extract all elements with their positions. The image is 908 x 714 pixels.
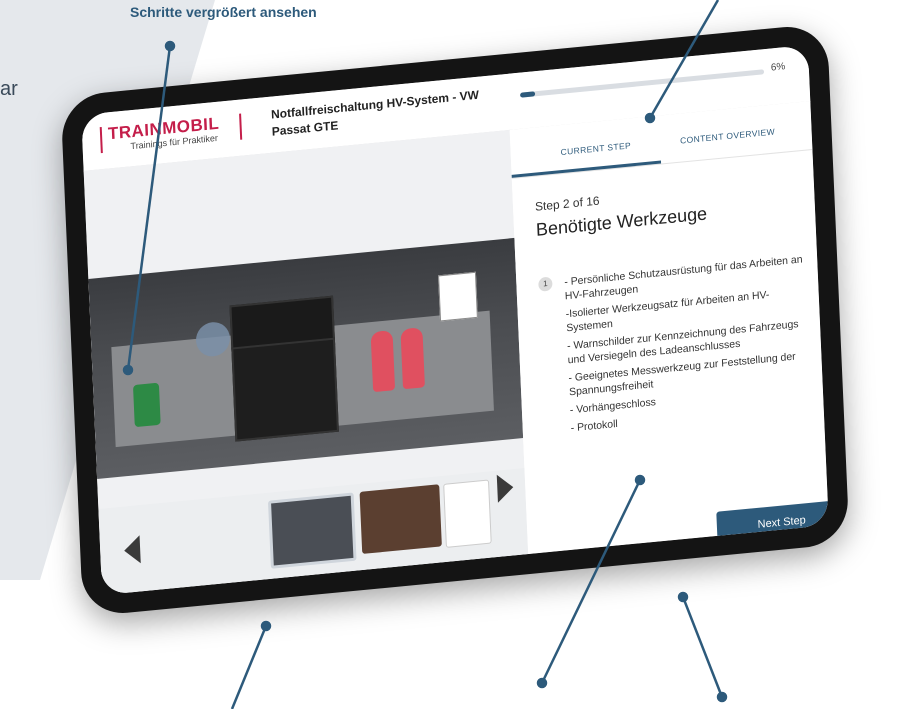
thumbnail-1[interactable] — [267, 492, 357, 569]
main-step-image[interactable] — [88, 237, 524, 480]
tablet-device: TRAINMOBIL Trainings für Praktiker Notfa… — [60, 22, 850, 618]
face-shield-icon — [195, 320, 231, 358]
next-step-button[interactable]: Next Step — [716, 499, 829, 546]
thumbnail-strip — [98, 468, 529, 596]
thumbnail-3[interactable] — [443, 479, 492, 548]
trainmobil-logo: TRAINMOBIL Trainings für Praktiker — [99, 111, 251, 157]
step-counter: Step 2 of 16 — [534, 193, 600, 214]
tab-active-indicator — [511, 160, 662, 178]
tab-content-overview[interactable]: CONTENT OVERVIEW — [680, 126, 775, 145]
logo-bar-right — [239, 113, 243, 140]
tool-case — [231, 337, 339, 442]
progress-fill — [520, 91, 535, 98]
step-list: 1 - Persönliche Schutzausrüstung für das… — [538, 252, 814, 442]
media-panel — [83, 129, 529, 596]
logo-bar-left — [99, 126, 103, 154]
warning-sign — [438, 271, 478, 322]
progress-area: 6% — [520, 61, 789, 98]
glove-right — [400, 327, 425, 390]
arrow-left-icon[interactable] — [123, 535, 141, 565]
side-text-fragment: ar — [0, 78, 18, 100]
tablet-screen: TRAINMOBIL Trainings für Praktiker Notfa… — [81, 44, 829, 596]
tablet-frame: TRAINMOBIL Trainings für Praktiker Notfa… — [60, 22, 850, 618]
arrow-right-icon[interactable] — [496, 473, 514, 503]
step-panel: CURRENT STEP CONTENT OVERVIEW Step 2 of … — [509, 100, 829, 577]
caption-text: Schritte vergrößert ansehen — [130, 4, 317, 20]
glove-left — [370, 330, 396, 393]
multimeter-icon — [132, 382, 161, 428]
tab-current-step[interactable]: CURRENT STEP — [560, 140, 631, 157]
tools-table — [111, 271, 494, 448]
progress-percent: 6% — [770, 61, 786, 74]
thumbnail-2[interactable] — [359, 484, 442, 554]
progress-bar — [520, 69, 765, 98]
